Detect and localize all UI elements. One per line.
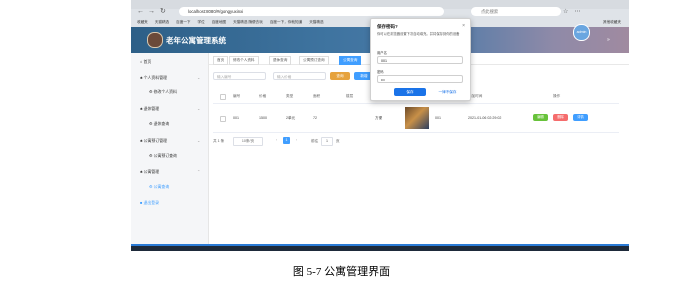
bookmark-item[interactable]: 收藏夹 <box>137 20 148 24</box>
goto-label: 前往 <box>311 139 319 143</box>
sidebar-item-logout[interactable]: ■ 退出登录 <box>140 200 159 206</box>
tab-booking[interactable]: 公寓预订查询 <box>299 56 329 65</box>
apartment-image <box>405 107 429 129</box>
cell-area: 72 <box>313 116 317 120</box>
tab-retire[interactable]: 退休查询 <box>269 56 292 65</box>
sidebar: ⌂ 首页 ♣ 个人资料管理 ⌄ ⚙ 修改个人资料 ♣ 退休管理 ⌄ ⚙ 退休查询… <box>131 53 209 251</box>
column-header: 价格 <box>259 94 267 98</box>
bookmark-item[interactable]: 天猫精选 <box>155 20 169 24</box>
goto-unit: 页 <box>336 139 340 143</box>
taskbar-accent <box>131 244 629 246</box>
browser-tool-icons[interactable]: ☆⋯ <box>563 7 586 17</box>
cell-id: 001 <box>233 116 239 120</box>
app-title: 老年公寓管理系统 <box>166 36 226 45</box>
password-field[interactable]: ••• <box>377 75 463 83</box>
detail-button[interactable]: 详情 <box>573 114 588 121</box>
sidebar-item-profile[interactable]: ♣ 个人资料管理 <box>140 75 167 81</box>
row-checkbox[interactable] <box>220 116 226 122</box>
column-header: 操作 <box>553 94 561 98</box>
total-count: 共 1 条 <box>213 139 225 143</box>
column-header: 面积 <box>313 94 321 98</box>
password-label: 密码 <box>377 70 384 74</box>
goto-page-input[interactable]: 1 <box>321 137 333 146</box>
sidebar-subitem-retire-query[interactable]: ⚙ 退休查询 <box>149 121 169 127</box>
prev-page-button[interactable]: ‹ <box>273 137 280 144</box>
cell-time: 2021-01-06 02:29:02 <box>468 116 502 120</box>
price-filter-input[interactable]: 输入价格 <box>273 72 326 80</box>
cell-type: 2单元 <box>286 116 296 120</box>
refresh-icon[interactable]: ↻ <box>160 7 166 17</box>
delete-button[interactable]: 删除 <box>553 114 568 121</box>
page-size-select[interactable]: 10条/页 <box>233 137 263 146</box>
search-button[interactable]: 查询 <box>330 72 350 80</box>
username-label: 用户名 <box>377 51 387 55</box>
chevron-down-icon: ⌄ <box>197 106 201 111</box>
username-field[interactable]: 001 <box>377 56 463 64</box>
sidebar-item-apartment[interactable]: ♣ 公寓管理 <box>140 169 159 175</box>
sidebar-subitem-apartment-query[interactable]: ⚙ 公寓查询 <box>149 184 169 190</box>
tab-profile[interactable]: 修改个人资料 <box>229 56 259 65</box>
figure-caption: 图 5-7 公寓管理界面 <box>292 266 391 278</box>
save-password-dialog: 保存密码? × 你可以在浏览器设置下次自动填充。并将保存到你的设备 用户名 00… <box>370 18 471 101</box>
bookmark-item[interactable]: 百度一下，你就知道 <box>270 20 302 24</box>
sidebar-item-booking[interactable]: ♣ 公寓预订管理 <box>140 138 167 144</box>
never-save-button[interactable]: 一律不保存 <box>431 88 464 96</box>
bookmark-item[interactable]: 天猫精选 <box>309 20 323 24</box>
column-header: 编号 <box>233 94 241 98</box>
address-bar[interactable]: localhost:8080/#/gongyuxinxi <box>179 7 444 16</box>
sidebar-item-retire[interactable]: ♣ 退休管理 <box>140 106 159 112</box>
cell-facility: 方便 <box>375 116 383 120</box>
column-header: 楼层 <box>346 94 354 98</box>
select-all-checkbox[interactable] <box>220 94 226 100</box>
save-password-button[interactable]: 保存 <box>394 88 426 96</box>
collapse-icon[interactable]: » <box>607 37 610 43</box>
dialog-description: 你可以在浏览器设置下次自动填充。并将保存到你的设备 <box>377 32 460 36</box>
cell-price: 1500 <box>259 116 267 120</box>
app-logo <box>147 32 163 48</box>
chevron-down-icon: ⌄ <box>197 138 201 143</box>
edit-button[interactable]: 编辑 <box>533 114 548 121</box>
table-row[interactable]: 001 1500 2单元 72 方便 001 2021-01-06 02:29:… <box>213 104 619 133</box>
column-header: 类型 <box>286 94 294 98</box>
bookmark-item[interactable]: 百度地图 <box>212 20 226 24</box>
browser-window: ← → ↻ localhost:8080/#/gongyuxinxi 点此搜索 … <box>131 0 629 251</box>
sidebar-subitem-booking-query[interactable]: ⚙ 公寓预订查询 <box>149 153 177 159</box>
browser-search-input[interactable]: 点此搜索 <box>471 7 561 16</box>
tab-apartment[interactable]: 公寓查询 <box>339 56 362 65</box>
chevron-up-icon: ⌃ <box>197 169 201 174</box>
bookmark-item[interactable]: 百度一下 <box>176 20 190 24</box>
id-filter-input[interactable]: 输入编号 <box>213 72 266 80</box>
page-number[interactable]: 1 <box>283 137 290 144</box>
sidebar-subitem-edit-profile[interactable]: ⚙ 修改个人资料 <box>149 89 177 95</box>
sidebar-item-home[interactable]: ⌂ 首页 <box>140 59 151 65</box>
next-page-button[interactable]: › <box>293 137 300 144</box>
chevron-down-icon: ⌄ <box>197 75 201 80</box>
avatar[interactable]: admin <box>573 24 590 41</box>
bookmark-item[interactable]: 学位 <box>198 20 205 24</box>
other-bookmarks[interactable]: 其他收藏夹 <box>603 18 621 27</box>
cell-status: 001 <box>435 116 441 120</box>
bookmark-item[interactable]: 天猫精选 随便去玩 <box>233 20 263 24</box>
forward-icon[interactable]: → <box>148 7 155 17</box>
pagination: 共 1 条 10条/页 ‹ 1 › 前往 1 页 <box>213 137 413 146</box>
taskbar <box>131 244 629 251</box>
dialog-title: 保存密码? <box>377 24 398 29</box>
close-icon[interactable]: × <box>462 23 465 29</box>
back-icon[interactable]: ← <box>137 7 144 17</box>
tab-home[interactable]: 首页 <box>213 56 229 65</box>
